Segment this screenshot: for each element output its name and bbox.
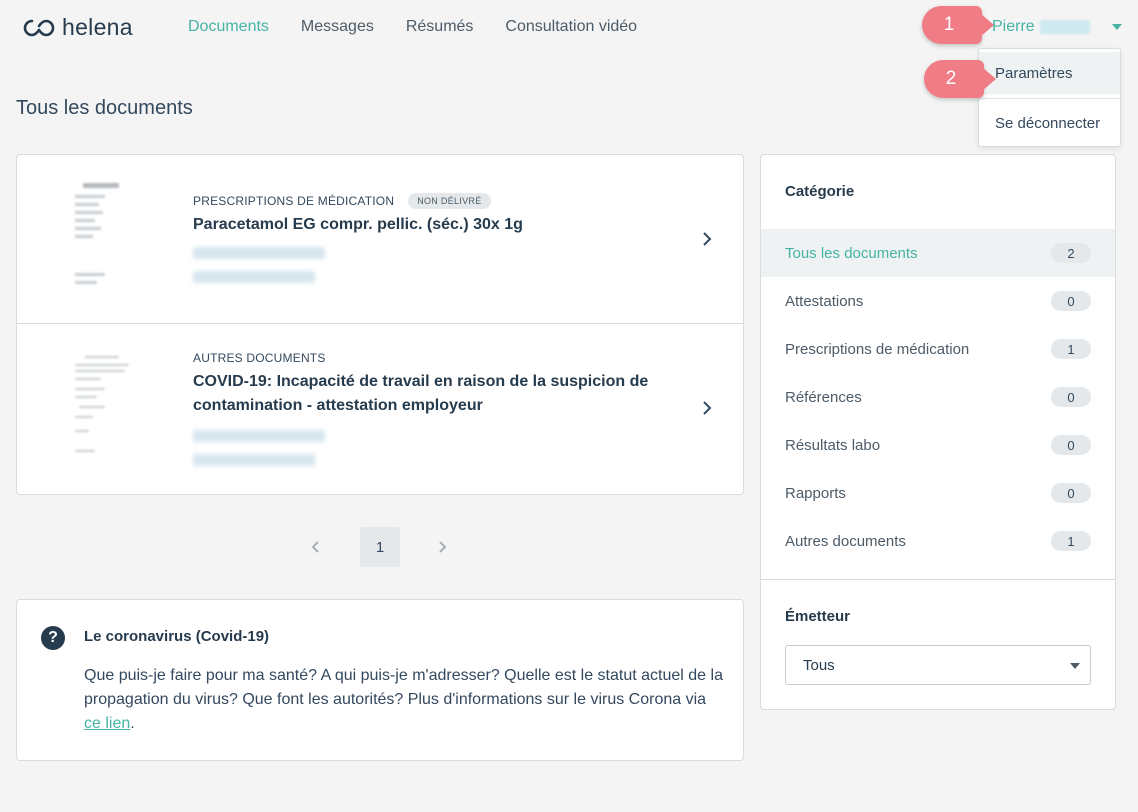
brand-logo[interactable]: helena	[22, 14, 133, 41]
category-list: Tous les documents 2 Attestations 0 Pres…	[761, 229, 1115, 565]
covid-link[interactable]: ce lien	[84, 715, 130, 732]
category-item-references[interactable]: Références 0	[761, 373, 1115, 421]
category-item-all[interactable]: Tous les documents 2	[761, 229, 1115, 277]
document-category: AUTRES DOCUMENTS	[193, 351, 326, 365]
user-menu-toggle[interactable]: Pierre	[992, 18, 1122, 36]
document-date-redacted	[193, 271, 315, 283]
category-count: 2	[1051, 243, 1091, 263]
callout-step-1: 1	[922, 6, 994, 44]
sidebar-divider	[761, 579, 1115, 580]
document-list: PRESCRIPTIONS DE MÉDICATION NON DÉLIVRÉ …	[16, 154, 744, 495]
menu-item-logout[interactable]: Se déconnecter	[979, 99, 1120, 147]
category-item-attestations[interactable]: Attestations 0	[761, 277, 1115, 325]
category-label: Résultats labo	[785, 436, 881, 454]
question-icon: ?	[41, 626, 65, 650]
category-label: Références	[785, 388, 862, 406]
covid-info-card: ? Le coronavirus (Covid-19) Que puis-je …	[16, 599, 744, 761]
callout-number: 1	[943, 14, 955, 35]
emitter-selected-value: Tous	[803, 656, 835, 674]
user-last-name-redacted	[1039, 20, 1090, 34]
covid-title: Le coronavirus (Covid-19)	[84, 628, 270, 645]
document-title: Paracetamol EG compr. pellic. (séc.) 30x…	[193, 216, 523, 233]
category-count: 0	[1051, 291, 1091, 311]
nav-messages[interactable]: Messages	[301, 18, 374, 36]
main-nav: Documents Messages Résumés Consultation …	[188, 18, 669, 36]
category-label: Rapports	[785, 484, 846, 502]
pagination: 1	[300, 527, 460, 567]
chevron-right-icon[interactable]	[436, 538, 450, 556]
document-issuer-redacted	[193, 430, 325, 442]
category-label: Autres documents	[785, 532, 906, 550]
category-label: Tous les documents	[785, 244, 918, 262]
category-label: Prescriptions de médication	[785, 340, 970, 358]
document-item[interactable]: AUTRES DOCUMENTS COVID-19: Incapacité de…	[17, 324, 743, 494]
brand-name: helena	[62, 14, 133, 40]
infinity-logo-icon	[23, 19, 55, 36]
category-heading: Catégorie	[785, 183, 855, 200]
category-count: 0	[1051, 483, 1091, 503]
document-item[interactable]: PRESCRIPTIONS DE MÉDICATION NON DÉLIVRÉ …	[17, 155, 743, 324]
callout-step-2: 2	[924, 60, 996, 98]
document-issuer-redacted	[193, 247, 325, 259]
callout-number: 2	[945, 68, 957, 89]
document-thumbnail	[69, 354, 149, 472]
emitter-heading: Émetteur	[785, 608, 851, 625]
category-count: 0	[1051, 435, 1091, 455]
category-label: Attestations	[785, 292, 864, 310]
nav-documents[interactable]: Documents	[188, 18, 269, 36]
category-count: 1	[1051, 531, 1091, 551]
nav-video-consultation[interactable]: Consultation vidéo	[505, 18, 637, 36]
document-category: PRESCRIPTIONS DE MÉDICATION	[193, 194, 395, 208]
chevron-right-icon	[703, 401, 712, 415]
page-number-current[interactable]: 1	[360, 527, 400, 567]
emitter-select[interactable]: Tous	[785, 645, 1091, 685]
category-item-reports[interactable]: Rapports 0	[761, 469, 1115, 517]
chevron-down-icon	[1111, 24, 1122, 30]
user-first-name: Pierre	[992, 18, 1035, 35]
category-item-prescriptions[interactable]: Prescriptions de médication 1	[761, 325, 1115, 373]
menu-item-settings[interactable]: Paramètres	[979, 52, 1120, 94]
document-date-redacted	[193, 454, 315, 466]
page-title: Tous les documents	[16, 97, 193, 119]
document-thumbnail	[69, 181, 149, 299]
chevron-down-icon	[1070, 663, 1080, 669]
nav-summaries[interactable]: Résumés	[406, 18, 474, 36]
category-item-other[interactable]: Autres documents 1	[761, 517, 1115, 565]
covid-body-suffix: .	[130, 715, 135, 732]
document-title: COVID-19: Incapacité de travail en raiso…	[193, 373, 649, 414]
category-count: 1	[1051, 339, 1091, 359]
chevron-right-icon	[703, 232, 712, 246]
covid-body: Que puis-je faire pour ma santé? A qui p…	[84, 664, 724, 736]
chevron-left-icon[interactable]	[308, 538, 322, 556]
status-badge: NON DÉLIVRÉ	[408, 193, 491, 209]
category-item-lab-results[interactable]: Résultats labo 0	[761, 421, 1115, 469]
user-dropdown-menu: Paramètres Se déconnecter	[978, 48, 1121, 147]
covid-body-text: Que puis-je faire pour ma santé? A qui p…	[84, 667, 723, 708]
filter-sidebar: Catégorie Tous les documents 2 Attestati…	[760, 154, 1116, 710]
category-count: 0	[1051, 387, 1091, 407]
